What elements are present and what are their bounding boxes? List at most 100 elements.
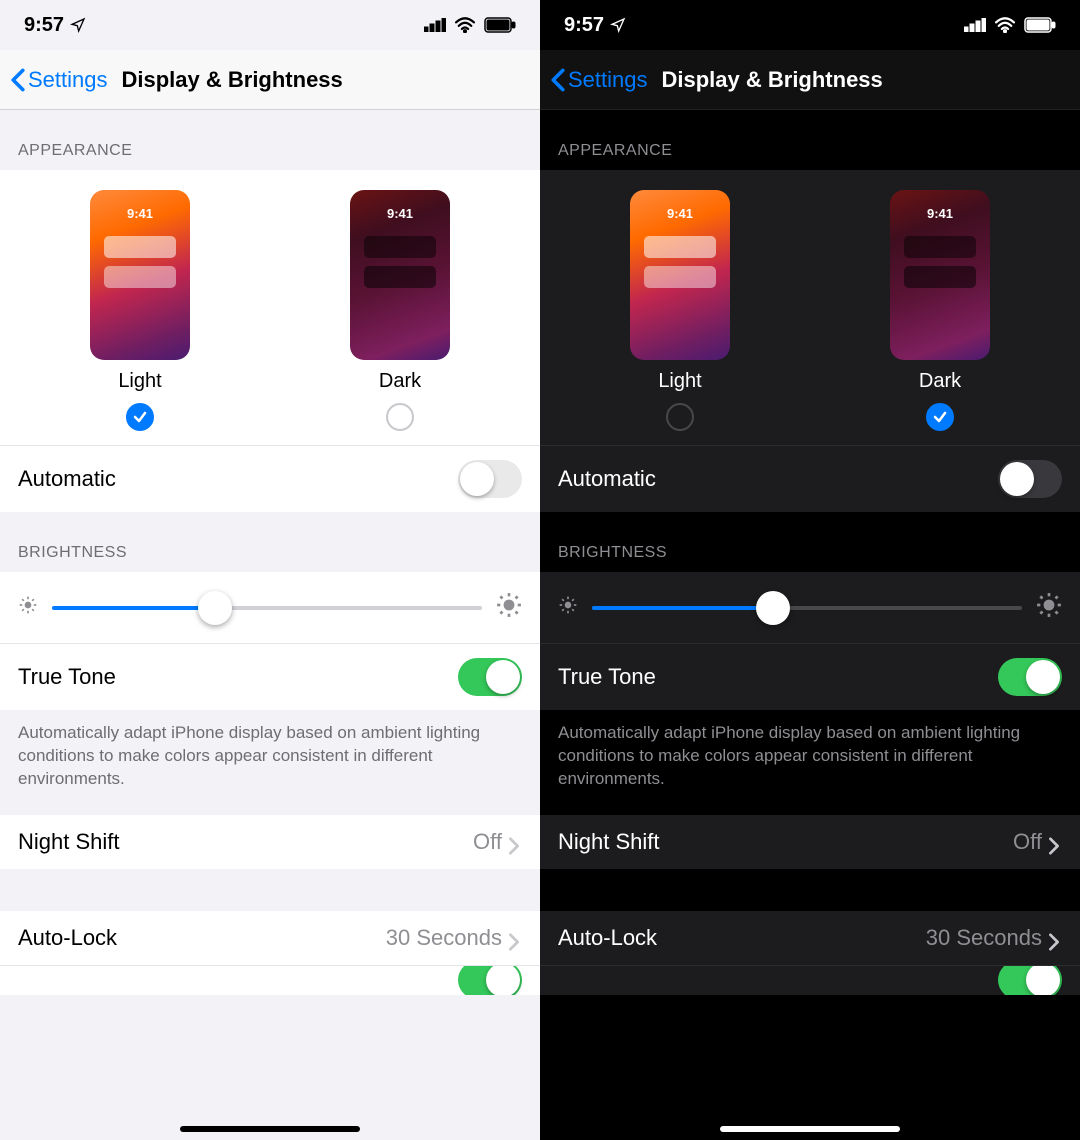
home-indicator[interactable]	[180, 1126, 360, 1132]
appearance-header: APPEARANCE	[540, 110, 1080, 170]
brightness-slider-row	[540, 572, 1080, 643]
brightness-group: True Tone	[540, 572, 1080, 710]
chevron-right-icon	[1048, 835, 1062, 849]
nav-bar: Settings Display & Brightness	[0, 50, 540, 110]
autolock-row[interactable]: Auto-Lock 30 Seconds	[540, 911, 1080, 965]
chevron-right-icon	[1048, 931, 1062, 945]
truetone-toggle[interactable]	[998, 658, 1062, 696]
appearance-group: 9:41 Light 9:41 Dark Automatic	[540, 170, 1080, 512]
nightshift-row[interactable]: Night Shift Off	[540, 815, 1080, 869]
brightness-header: BRIGHTNESS	[540, 512, 1080, 572]
light-label: Light	[658, 370, 701, 393]
truetone-toggle[interactable]	[458, 658, 522, 696]
nightshift-value: Off	[1013, 829, 1042, 855]
dark-thumbnail: 9:41	[350, 190, 450, 360]
nightshift-row[interactable]: Night Shift Off	[0, 815, 540, 869]
appearance-options: 9:41 Light 9:41 Dark	[0, 170, 540, 445]
truetone-row: True Tone	[540, 643, 1080, 710]
brightness-high-icon	[1036, 592, 1062, 623]
next-row-peek	[0, 965, 540, 995]
cellular-signal-icon	[964, 18, 986, 32]
automatic-toggle[interactable]	[458, 460, 522, 498]
status-time-text: 9:57	[564, 14, 604, 37]
page-title: Display & Brightness	[122, 67, 343, 93]
truetone-label: True Tone	[558, 664, 656, 690]
brightness-slider-row	[0, 572, 540, 643]
appearance-option-light[interactable]: 9:41 Light	[90, 190, 190, 431]
dark-radio-selected[interactable]	[926, 403, 954, 431]
home-indicator[interactable]	[720, 1126, 900, 1132]
brightness-slider[interactable]	[592, 606, 1022, 610]
appearance-option-dark[interactable]: 9:41 Dark	[890, 190, 990, 431]
wifi-icon	[454, 17, 476, 33]
automatic-row: Automatic	[0, 445, 540, 512]
status-time-text: 9:57	[24, 14, 64, 37]
back-label: Settings	[568, 67, 648, 93]
status-time: 9:57	[564, 14, 626, 37]
brightness-low-icon	[18, 595, 38, 620]
appearance-header: APPEARANCE	[0, 110, 540, 170]
status-time: 9:57	[24, 14, 86, 37]
nav-bar: Settings Display & Brightness	[540, 50, 1080, 110]
dark-radio[interactable]	[386, 403, 414, 431]
brightness-high-icon	[496, 592, 522, 623]
brightness-slider-knob[interactable]	[198, 591, 232, 625]
automatic-label: Automatic	[18, 466, 116, 492]
chevron-right-icon	[508, 835, 522, 849]
pane-dark-mode: 9:57 Settings Display & Brightness APPEA…	[540, 0, 1080, 1140]
nightshift-value: Off	[473, 829, 502, 855]
autolock-row[interactable]: Auto-Lock 30 Seconds	[0, 911, 540, 965]
brightness-header: BRIGHTNESS	[0, 512, 540, 572]
appearance-option-light[interactable]: 9:41 Light	[630, 190, 730, 431]
automatic-label: Automatic	[558, 466, 656, 492]
nightshift-group: Night Shift Off	[0, 815, 540, 869]
truetone-label: True Tone	[18, 664, 116, 690]
next-row-peek	[540, 965, 1080, 995]
autolock-value: 30 Seconds	[386, 925, 502, 951]
autolock-label: Auto-Lock	[18, 925, 117, 951]
pane-light-mode: 9:57 Settings Display & Brightness APPEA…	[0, 0, 540, 1140]
status-bar: 9:57	[540, 0, 1080, 50]
automatic-toggle[interactable]	[998, 460, 1062, 498]
location-icon	[610, 17, 626, 33]
light-label: Light	[118, 370, 161, 393]
status-right	[964, 17, 1056, 33]
autolock-label: Auto-Lock	[558, 925, 657, 951]
truetone-note: Automatically adapt iPhone display based…	[0, 710, 540, 815]
dark-label: Dark	[379, 370, 421, 393]
status-bar: 9:57	[0, 0, 540, 50]
wifi-icon	[994, 17, 1016, 33]
page-title: Display & Brightness	[662, 67, 883, 93]
back-button[interactable]: Settings	[10, 67, 108, 93]
autolock-group: Auto-Lock 30 Seconds	[540, 911, 1080, 995]
peek-toggle[interactable]	[458, 965, 522, 995]
back-label: Settings	[28, 67, 108, 93]
light-radio-selected[interactable]	[126, 403, 154, 431]
back-button[interactable]: Settings	[550, 67, 648, 93]
brightness-slider[interactable]	[52, 606, 482, 610]
dark-label: Dark	[919, 370, 961, 393]
peek-toggle[interactable]	[998, 965, 1062, 995]
status-right	[424, 17, 516, 33]
brightness-low-icon	[558, 595, 578, 620]
brightness-group: True Tone	[0, 572, 540, 710]
battery-icon	[1024, 17, 1056, 33]
light-thumbnail: 9:41	[90, 190, 190, 360]
light-thumbnail: 9:41	[630, 190, 730, 360]
nightshift-label: Night Shift	[558, 829, 660, 855]
light-radio[interactable]	[666, 403, 694, 431]
autolock-group: Auto-Lock 30 Seconds	[0, 911, 540, 995]
appearance-group: 9:41 Light 9:41 Dark Automatic	[0, 170, 540, 512]
brightness-slider-knob[interactable]	[756, 591, 790, 625]
autolock-value: 30 Seconds	[926, 925, 1042, 951]
battery-icon	[484, 17, 516, 33]
nightshift-label: Night Shift	[18, 829, 120, 855]
location-icon	[70, 17, 86, 33]
appearance-option-dark[interactable]: 9:41 Dark	[350, 190, 450, 431]
automatic-row: Automatic	[540, 445, 1080, 512]
cellular-signal-icon	[424, 18, 446, 32]
truetone-row: True Tone	[0, 643, 540, 710]
chevron-right-icon	[508, 931, 522, 945]
nightshift-group: Night Shift Off	[540, 815, 1080, 869]
appearance-options: 9:41 Light 9:41 Dark	[540, 170, 1080, 445]
